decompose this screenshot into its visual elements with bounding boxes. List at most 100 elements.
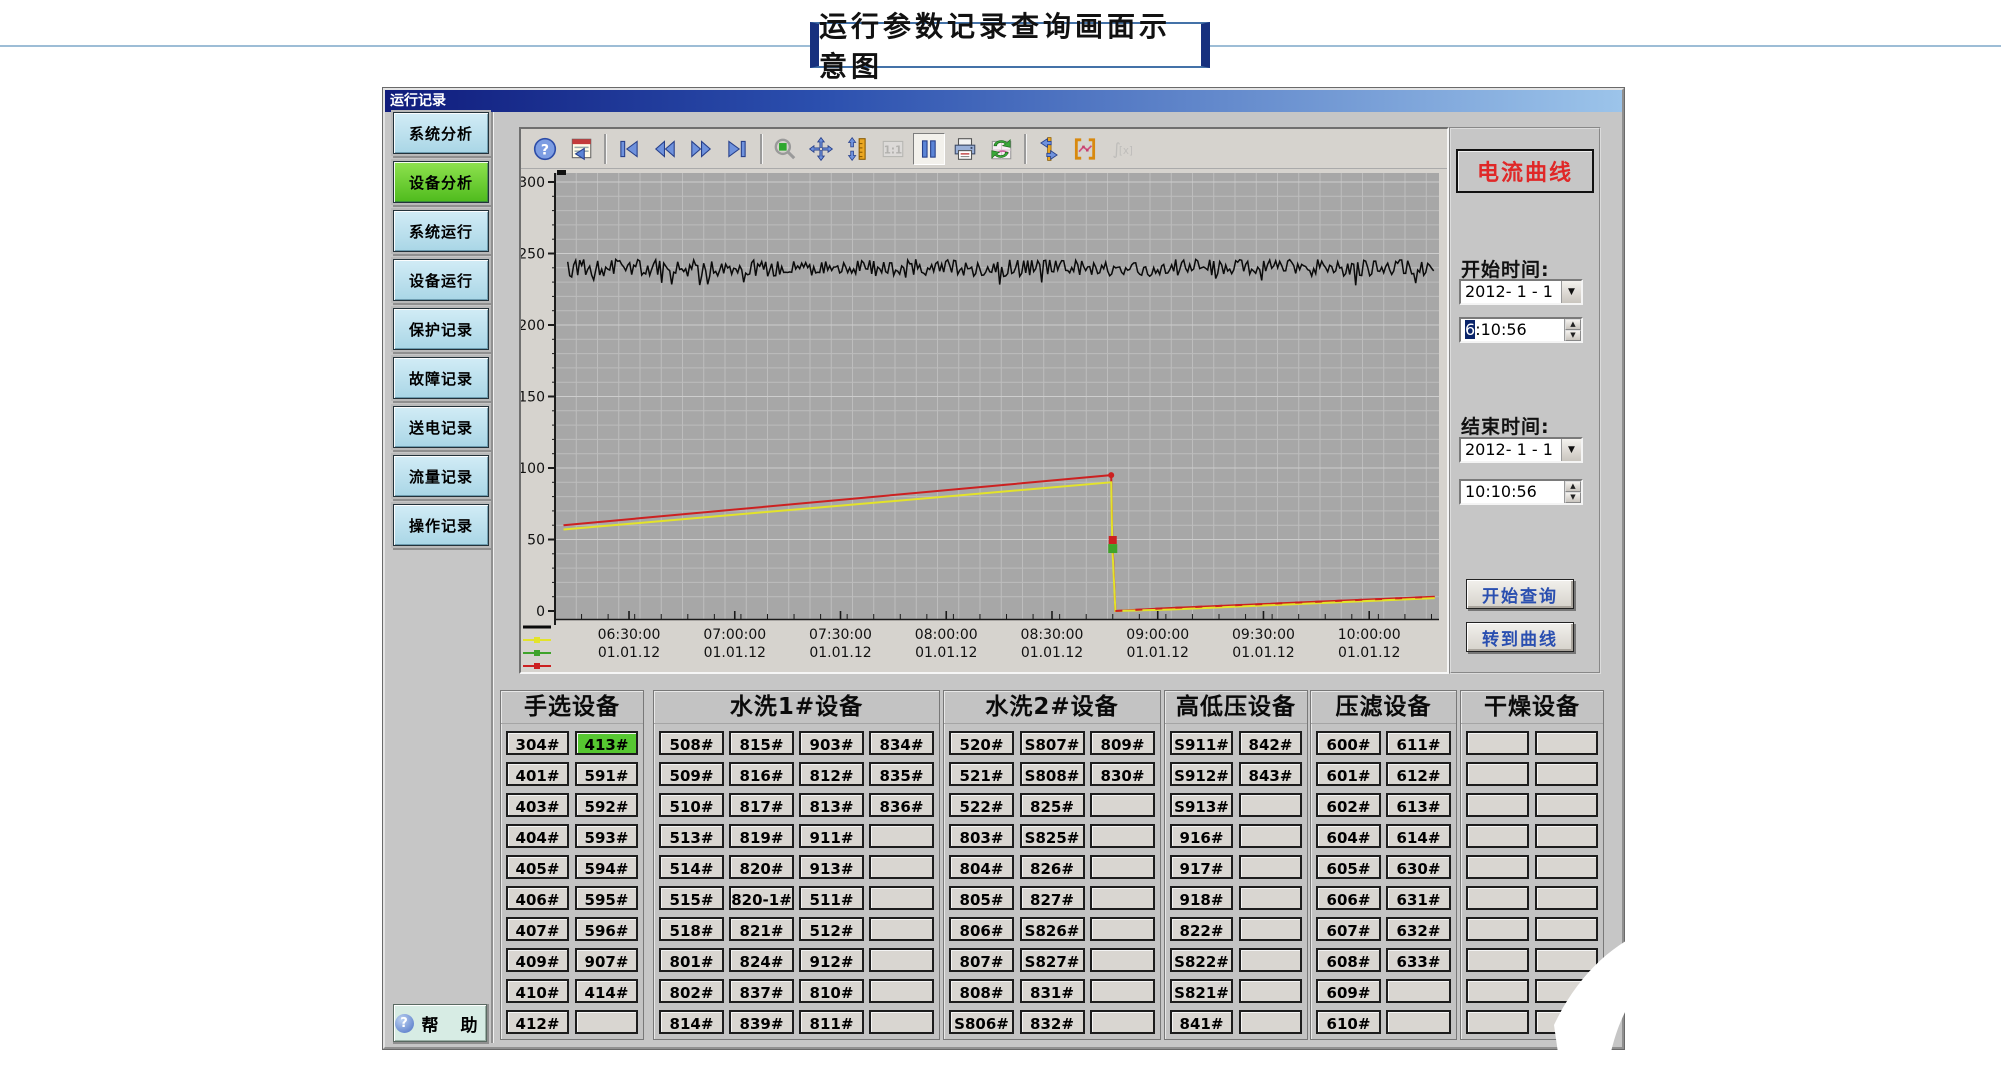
start-time-spinner[interactable]: 6:10:56 ▲▼ [1459,317,1583,343]
device-button-414[interactable]: 414# [575,979,638,1003]
goto-curve-button[interactable]: 转到曲线 [1466,622,1574,652]
device-button-520[interactable]: 520# [949,731,1014,755]
device-button-820-1[interactable]: 820-1# [729,886,794,910]
device-button-827[interactable]: 827# [1020,886,1085,910]
device-button-606[interactable]: 606# [1316,886,1381,910]
device-button-820[interactable]: 820# [729,855,794,879]
device-button-826[interactable]: 826# [1020,855,1085,879]
device-button-843[interactable]: 843# [1239,762,1302,786]
device-button-592[interactable]: 592# [575,793,638,817]
device-button-407[interactable]: 407# [506,917,569,941]
device-button-631[interactable]: 631# [1386,886,1451,910]
device-button-825[interactable]: 825# [1020,793,1085,817]
sidebar-item-5[interactable]: 故障记录 [393,357,489,399]
forward-icon[interactable] [685,133,717,165]
device-button-S806[interactable]: S806# [949,1010,1014,1034]
device-button-512[interactable]: 512# [799,917,864,941]
device-button-810[interactable]: 810# [799,979,864,1003]
device-button-S825[interactable]: S825# [1020,824,1085,848]
device-button-903[interactable]: 903# [799,731,864,755]
device-button-S911[interactable]: S911# [1170,731,1233,755]
help-icon[interactable]: ? [529,133,561,165]
end-time-spin-buttons[interactable]: ▲▼ [1564,481,1581,503]
device-button-802[interactable]: 802# [659,979,724,1003]
device-button-413[interactable]: 413# [575,731,638,755]
device-button-812[interactable]: 812# [799,762,864,786]
device-button-510[interactable]: 510# [659,793,724,817]
device-button-S826[interactable]: S826# [1020,917,1085,941]
device-button-801[interactable]: 801# [659,948,724,972]
device-button-608[interactable]: 608# [1316,948,1381,972]
sidebar-item-6[interactable]: 送电记录 [393,406,489,448]
device-button-807[interactable]: 807# [949,948,1014,972]
device-button-839[interactable]: 839# [729,1010,794,1034]
device-button-803[interactable]: 803# [949,824,1014,848]
device-button-821[interactable]: 821# [729,917,794,941]
sidebar-item-1[interactable]: 设备分析 [393,161,489,203]
device-button-S913[interactable]: S913# [1170,793,1233,817]
device-button-842[interactable]: 842# [1239,731,1302,755]
device-button-916[interactable]: 916# [1170,824,1233,848]
start-time-spin-buttons[interactable]: ▲▼ [1564,319,1581,341]
device-button-405[interactable]: 405# [506,855,569,879]
device-button-612[interactable]: 612# [1386,762,1451,786]
help-button[interactable]: ? 帮 助 [393,1004,487,1042]
device-button-836[interactable]: 836# [869,793,934,817]
device-button-834[interactable]: 834# [869,731,934,755]
end-time-spinner[interactable]: 10:10:56 ▲▼ [1459,479,1583,505]
device-button-509[interactable]: 509# [659,762,724,786]
device-button-813[interactable]: 813# [799,793,864,817]
device-button-595[interactable]: 595# [575,886,638,910]
window-titlebar[interactable]: 运行记录 [385,90,1622,112]
trend-chart[interactable]: 05010015020025030006:30:0001.01.1207:00:… [521,170,1447,674]
device-button-518[interactable]: 518# [659,917,724,941]
device-button-832[interactable]: 832# [1020,1010,1085,1034]
device-button-918[interactable]: 918# [1170,886,1233,910]
go-last-icon[interactable] [721,133,753,165]
device-button-610[interactable]: 610# [1316,1010,1381,1034]
device-button-S912[interactable]: S912# [1170,762,1233,786]
device-button-808[interactable]: 808# [949,979,1014,1003]
device-button-804[interactable]: 804# [949,855,1014,879]
curve-shift-icon[interactable] [1033,133,1065,165]
device-button-613[interactable]: 613# [1386,793,1451,817]
end-date-dropdown-icon[interactable]: ▼ [1561,439,1581,461]
device-button-406[interactable]: 406# [506,886,569,910]
device-button-633[interactable]: 633# [1386,948,1451,972]
print-icon[interactable] [949,133,981,165]
device-button-591[interactable]: 591# [575,762,638,786]
device-button-917[interactable]: 917# [1170,855,1233,879]
end-date-combobox[interactable]: 2012- 1 - 1 ▼ [1459,437,1583,463]
sidebar-item-4[interactable]: 保护记录 [393,308,489,350]
sidebar-item-3[interactable]: 设备运行 [393,259,489,301]
device-button-913[interactable]: 913# [799,855,864,879]
device-button-593[interactable]: 593# [575,824,638,848]
data-view-icon[interactable] [565,133,597,165]
device-button-911[interactable]: 911# [799,824,864,848]
device-button-607[interactable]: 607# [1316,917,1381,941]
device-button-837[interactable]: 837# [729,979,794,1003]
device-button-841[interactable]: 841# [1170,1010,1233,1034]
device-button-805[interactable]: 805# [949,886,1014,910]
sidebar-item-7[interactable]: 流量记录 [393,455,489,497]
spin-down-icon[interactable]: ▼ [1565,330,1581,341]
device-button-824[interactable]: 824# [729,948,794,972]
device-button-816[interactable]: 816# [729,762,794,786]
device-button-596[interactable]: 596# [575,917,638,941]
device-button-401[interactable]: 401# [506,762,569,786]
device-button-831[interactable]: 831# [1020,979,1085,1003]
go-first-icon[interactable] [613,133,645,165]
pan-icon[interactable] [805,133,837,165]
device-button-814[interactable]: 814# [659,1010,724,1034]
device-button-515[interactable]: 515# [659,886,724,910]
device-button-815[interactable]: 815# [729,731,794,755]
device-button-819[interactable]: 819# [729,824,794,848]
device-button-522[interactable]: 522# [949,793,1014,817]
device-button-809[interactable]: 809# [1090,731,1155,755]
device-button-811[interactable]: 811# [799,1010,864,1034]
device-button-611[interactable]: 611# [1386,731,1451,755]
device-button-602[interactable]: 602# [1316,793,1381,817]
device-button-822[interactable]: 822# [1170,917,1233,941]
zoom-icon[interactable] [769,133,801,165]
device-button-404[interactable]: 404# [506,824,569,848]
